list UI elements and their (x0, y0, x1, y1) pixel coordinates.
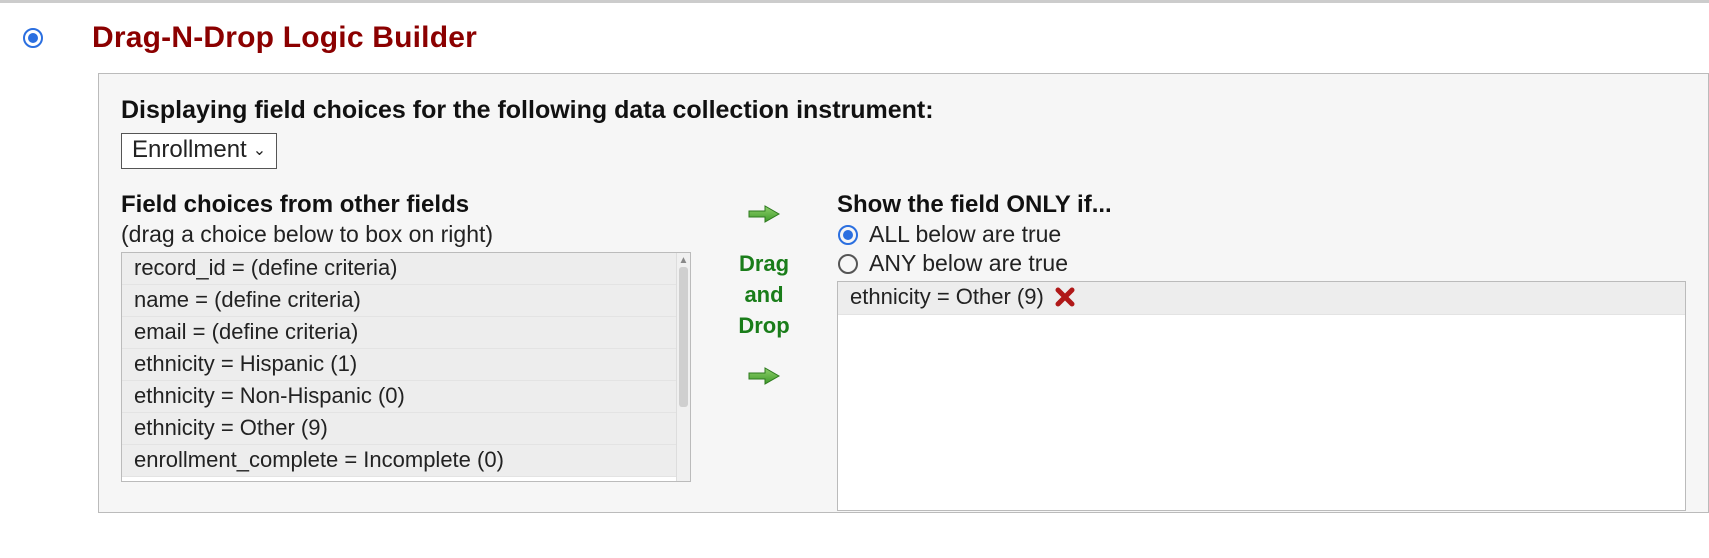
drag-drop-indicator: Drag and Drop (709, 191, 819, 387)
builder-mode-radio[interactable] (22, 27, 44, 49)
instrument-selected: Enrollment (132, 136, 247, 164)
field-choice-item[interactable]: ethnicity = Hispanic (1) (122, 349, 690, 381)
choice-scroll-area: record_id = (define criteria)name = (def… (122, 253, 690, 481)
header-row: Drag-N-Drop Logic Builder (0, 21, 1709, 55)
condition-item[interactable]: ethnicity = Other (9) (838, 282, 1685, 315)
condition-dropzone[interactable]: ethnicity = Other (9) (837, 281, 1686, 511)
builder-columns: Field choices from other fields (drag a … (121, 191, 1686, 511)
field-choices-column: Field choices from other fields (drag a … (121, 191, 691, 482)
drag-drop-label: Drag and Drop (709, 249, 819, 341)
scrollbar[interactable]: ▲ (676, 253, 690, 481)
condition-item-label: ethnicity = Other (9) (850, 284, 1044, 310)
field-choice-item[interactable]: name = (define criteria) (122, 285, 690, 317)
field-choice-item[interactable]: record_id = (define criteria) (122, 253, 690, 285)
condition-any-label: ANY below are true (869, 250, 1068, 277)
condition-all-label: ALL below are true (869, 221, 1061, 248)
instrument-select[interactable]: Enrollment ⌄ (121, 133, 277, 169)
logic-builder-page: Drag-N-Drop Logic Builder Displaying fie… (0, 0, 1709, 513)
instrument-label: Displaying field choices for the followi… (121, 96, 1686, 125)
field-choices-sub: (drag a choice below to box on right) (121, 221, 691, 248)
scrollbar-thumb[interactable] (679, 267, 688, 407)
field-choice-item[interactable]: ethnicity = Non-Hispanic (0) (122, 381, 690, 413)
field-choice-item[interactable]: email = (define criteria) (122, 317, 690, 349)
remove-icon[interactable] (1054, 286, 1076, 308)
condition-any-option[interactable]: ANY below are true (837, 250, 1686, 277)
field-choices-heading: Field choices from other fields (121, 191, 691, 219)
condition-column: Show the field ONLY if... ALL below are … (837, 191, 1686, 511)
field-choices-listbox: record_id = (define criteria)name = (def… (121, 252, 691, 482)
arrow-right-icon (747, 203, 781, 225)
radio-checked-icon (837, 224, 859, 246)
field-choice-item[interactable]: ethnicity = Other (9) (122, 413, 690, 445)
scroll-up-icon[interactable]: ▲ (677, 255, 690, 266)
condition-heading: Show the field ONLY if... (837, 191, 1686, 219)
chevron-down-icon: ⌄ (253, 140, 266, 160)
condition-all-option[interactable]: ALL below are true (837, 221, 1686, 248)
field-choice-item[interactable]: enrollment_complete = Incomplete (0) (122, 445, 690, 477)
radio-unchecked-icon (837, 253, 859, 275)
page-title: Drag-N-Drop Logic Builder (92, 21, 477, 55)
builder-panel: Displaying field choices for the followi… (98, 73, 1709, 513)
arrow-right-icon (747, 365, 781, 387)
